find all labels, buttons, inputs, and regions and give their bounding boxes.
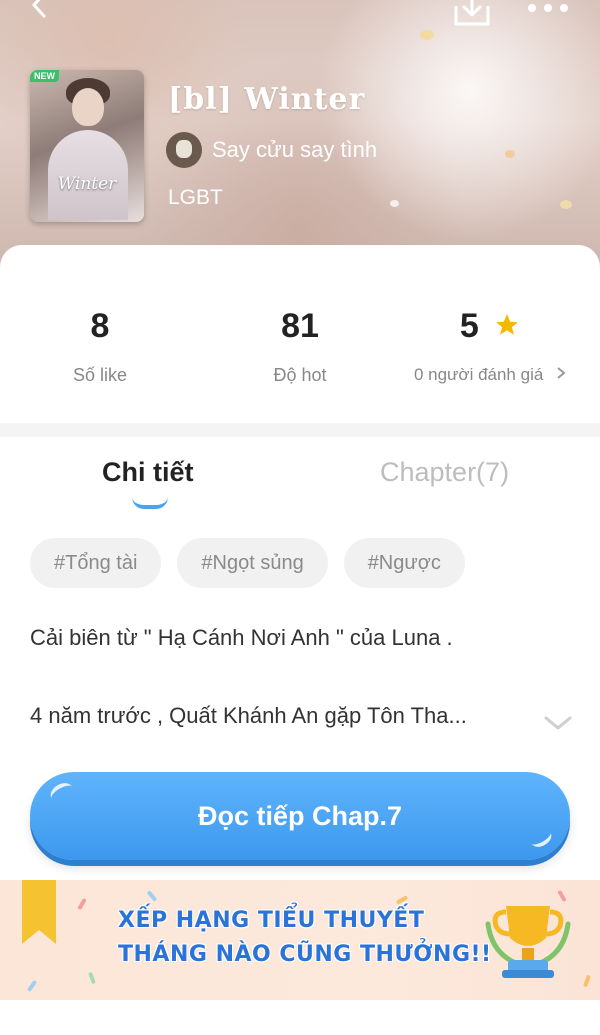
active-tab-indicator bbox=[132, 497, 168, 509]
decor-confetti bbox=[583, 974, 591, 988]
author-name: Say cửu say tình bbox=[212, 137, 378, 162]
continue-reading-button[interactable]: Đọc tiếp Chap.7 bbox=[30, 772, 570, 860]
bookmark-icon bbox=[22, 880, 56, 944]
download-icon bbox=[454, 0, 490, 26]
stat-hot: 81 Độ hot bbox=[200, 305, 400, 386]
decor-petal bbox=[560, 200, 572, 209]
more-options-button[interactable] bbox=[526, 0, 570, 20]
trophy-icon bbox=[485, 906, 571, 978]
decor-petal bbox=[420, 30, 434, 40]
decor-petal bbox=[390, 200, 399, 207]
hot-label: Độ hot bbox=[273, 365, 327, 385]
book-cover[interactable]: NEW Winter bbox=[30, 70, 144, 222]
new-badge: NEW bbox=[30, 70, 59, 82]
section-divider bbox=[0, 423, 600, 437]
tag-chip[interactable]: #Tổng tài bbox=[30, 538, 162, 588]
continue-reading-label: Đọc tiếp Chap.7 bbox=[197, 801, 403, 831]
description-line: Cải biên từ " Hạ Cánh Nơi Anh " của Luna… bbox=[30, 625, 453, 650]
tab-detail[interactable]: Chi tiết bbox=[102, 457, 194, 488]
rating-value-row: 5 bbox=[390, 305, 590, 347]
tag-list: #Tổng tài #Ngọt sủng #Ngược bbox=[30, 538, 465, 588]
tag-chip[interactable]: #Ngược bbox=[343, 538, 465, 588]
banner-title-line: THÁNG NÀO CŨNG THƯỞNG!! bbox=[118, 942, 492, 967]
chevron-down-icon[interactable] bbox=[544, 715, 572, 731]
hot-count: 81 bbox=[281, 307, 319, 345]
star-icon bbox=[496, 314, 519, 335]
book-detail-card: 8 Số like 81 Độ hot 5 0 người đánh giá C bbox=[0, 245, 600, 1035]
cover-figure bbox=[72, 88, 104, 126]
decor-confetti bbox=[146, 890, 158, 902]
tag-chip[interactable]: #Ngọt sủng bbox=[177, 538, 328, 588]
banner-title-line: XẾP HẠNG TIỂU THUYẾT bbox=[118, 908, 425, 933]
author-avatar bbox=[166, 132, 202, 168]
rating-count-row: 0 người đánh giá bbox=[390, 365, 590, 385]
back-arrow-icon bbox=[32, 0, 46, 18]
stat-rating[interactable]: 5 0 người đánh giá bbox=[390, 305, 590, 385]
likes-label: Số like bbox=[72, 365, 128, 385]
chevron-right-icon bbox=[557, 367, 566, 379]
button-shine bbox=[47, 779, 77, 807]
decor-confetti bbox=[395, 895, 409, 905]
avatar-face bbox=[176, 140, 192, 158]
decor-confetti bbox=[26, 979, 38, 993]
rating-value: 5 bbox=[459, 307, 479, 345]
author-row[interactable]: Say cửu say tình bbox=[166, 132, 377, 168]
description-line: 4 năm trước , Quất Khánh An gặp Tôn Tha.… bbox=[30, 703, 467, 728]
stat-likes: 8 Số like bbox=[0, 305, 200, 386]
book-title: [bl] Winter bbox=[168, 82, 366, 117]
decor-petal bbox=[505, 150, 515, 158]
back-button[interactable] bbox=[24, 0, 54, 20]
button-shine bbox=[527, 825, 555, 851]
cover-title: Winter bbox=[57, 174, 117, 194]
decor-confetti bbox=[77, 897, 87, 911]
more-icon bbox=[528, 4, 568, 12]
tab-chapter[interactable]: Chapter(7) bbox=[380, 457, 509, 488]
genre-label[interactable]: LGBT bbox=[168, 186, 223, 210]
likes-count: 8 bbox=[90, 307, 110, 345]
ranking-promo-banner[interactable]: XẾP HẠNG TIỂU THUYẾT THÁNG NÀO CŨNG THƯỞ… bbox=[0, 880, 600, 1000]
decor-confetti bbox=[88, 971, 96, 985]
stats-row: 8 Số like 81 Độ hot 5 0 người đánh giá bbox=[0, 305, 600, 415]
rating-count-label: 0 người đánh giá bbox=[413, 365, 544, 384]
download-button[interactable] bbox=[452, 0, 492, 28]
book-header: NEW Winter [bl] Winter Say cửu say tình … bbox=[0, 0, 600, 270]
tab-bar: Chi tiết Chapter(7) bbox=[0, 445, 600, 525]
